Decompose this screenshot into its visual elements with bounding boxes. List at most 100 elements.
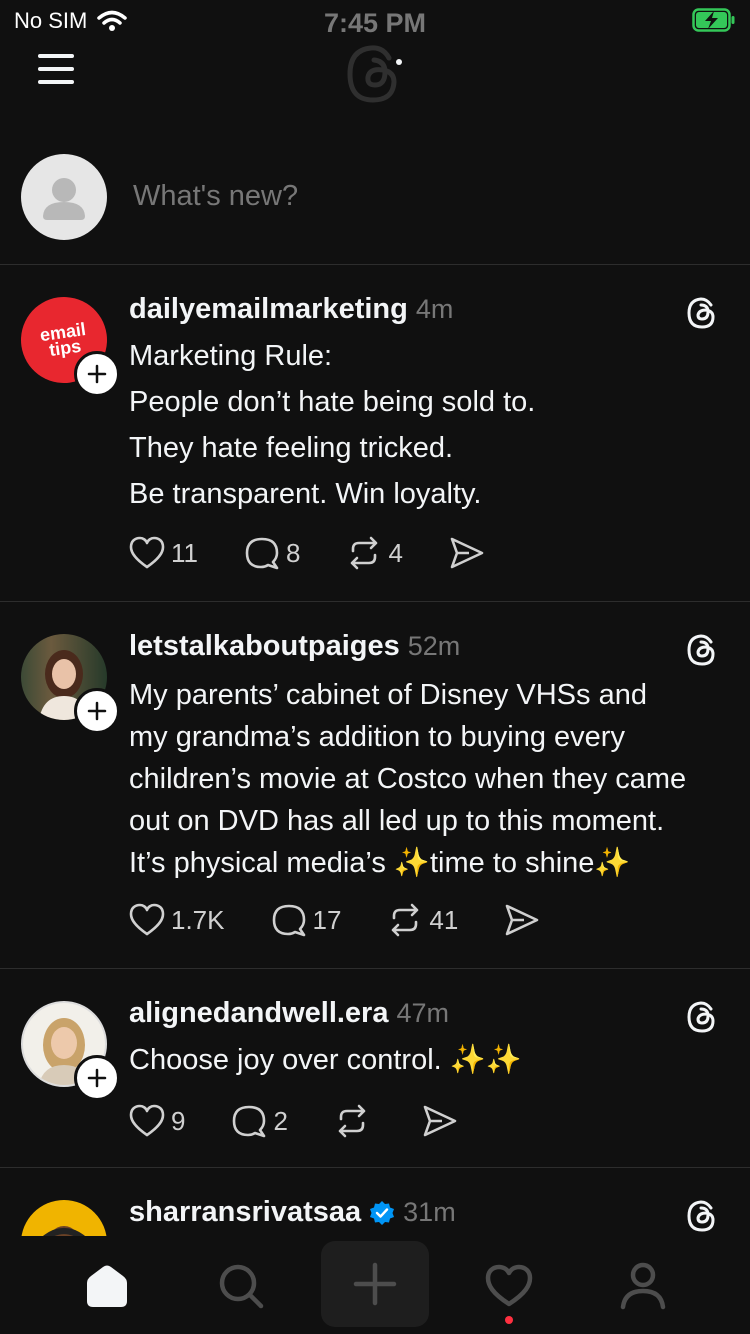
post-line: my grandma’s addition to buying every <box>129 721 625 753</box>
post-avatar[interactable]: email tips <box>15 291 120 397</box>
post-avatar[interactable] <box>21 1001 120 1101</box>
person-photo-icon <box>43 1226 85 1236</box>
post-avatar[interactable] <box>21 1200 107 1236</box>
verified-badge-icon <box>370 1200 395 1225</box>
follow-button[interactable] <box>74 688 120 734</box>
tab-create[interactable] <box>321 1241 429 1327</box>
share-button[interactable] <box>422 1104 458 1138</box>
own-avatar <box>21 154 107 240</box>
tab-home[interactable] <box>72 1254 142 1318</box>
profile-icon <box>620 1262 666 1310</box>
bottom-tab-bar <box>0 1236 750 1334</box>
follow-button[interactable] <box>74 351 120 397</box>
composer[interactable]: What's new? <box>0 150 750 265</box>
post-time: 31m <box>403 1197 456 1227</box>
compose-placeholder[interactable]: What's new? <box>133 180 298 213</box>
plus-icon <box>87 364 107 384</box>
post-line: Be transparent. Win loyalty. <box>129 478 482 510</box>
repost-count: 4 <box>388 537 403 568</box>
notification-dot <box>505 1316 513 1324</box>
plus-icon <box>87 701 107 721</box>
tab-search[interactable] <box>206 1254 276 1318</box>
share-button[interactable] <box>449 536 485 570</box>
username[interactable]: dailyemailmarketing <box>129 293 408 326</box>
post: alignedandwell.era 47m Choose joy over c… <box>0 969 750 1168</box>
like-button[interactable]: 1.7K <box>129 903 225 937</box>
post: email tips dailyemailmarketing 4m Market… <box>0 265 750 602</box>
post-line: Marketing Rule: <box>129 340 333 372</box>
repost-button[interactable]: 41 <box>387 902 458 938</box>
reply-button[interactable]: 8 <box>244 535 300 571</box>
repost-icon <box>351 536 378 570</box>
post-line: They hate feeling tricked. <box>129 432 454 464</box>
menu-icon[interactable] <box>38 54 74 84</box>
like-count: 9 <box>171 1105 186 1136</box>
threads-mark-icon <box>684 999 720 1040</box>
avatar-text: tips <box>47 335 83 361</box>
post-line: It’s physical media’s ✨time to shine✨ <box>129 847 631 879</box>
post: letstalkaboutpaiges 52m My parents’ cabi… <box>0 602 750 969</box>
repost-icon <box>338 1104 366 1138</box>
repost-count: 41 <box>429 904 459 935</box>
search-icon <box>219 1264 264 1309</box>
activity-icon <box>485 1264 533 1307</box>
reply-button[interactable]: 17 <box>271 902 342 938</box>
post-header: alignedandwell.era 47m <box>129 997 449 1030</box>
post-actions: 11 8 4 <box>129 535 531 571</box>
share-icon <box>423 1105 457 1137</box>
post-line: out on DVD has all led up to this moment… <box>129 805 665 837</box>
reply-count: 2 <box>273 1105 288 1136</box>
repost-button[interactable]: 4 <box>346 535 403 571</box>
share-icon <box>450 537 484 569</box>
share-icon <box>506 904 539 936</box>
like-count: 11 <box>171 537 198 568</box>
threads-mark-icon <box>684 632 720 673</box>
home-icon <box>87 1265 127 1307</box>
post-actions: 1.7K 17 41 <box>129 902 586 938</box>
username[interactable]: alignedandwell.era <box>129 997 388 1030</box>
status-bar: No SIM 7:45 PM <box>0 0 750 40</box>
reply-count: 17 <box>312 904 342 935</box>
threads-logo[interactable] <box>343 42 407 111</box>
repost-icon <box>392 903 419 937</box>
like-button[interactable]: 9 <box>129 1104 185 1138</box>
post-line: children’s movie at Costco when they cam… <box>129 763 687 795</box>
post-time: 52m <box>407 631 461 661</box>
clock: 7:45 PM <box>323 8 427 38</box>
username[interactable]: sharransrivatsaa <box>129 1196 361 1229</box>
reply-icon <box>245 537 279 570</box>
tab-profile[interactable] <box>608 1254 678 1318</box>
heart-icon <box>129 903 165 936</box>
tab-activity[interactable] <box>474 1254 544 1318</box>
follow-button[interactable] <box>74 1055 120 1101</box>
post-line: Choose joy over control. ✨✨ <box>129 1044 522 1076</box>
post-header: letstalkaboutpaiges 52m <box>129 630 460 663</box>
username[interactable]: letstalkaboutpaiges <box>129 630 400 663</box>
post-time: 47m <box>396 998 450 1028</box>
reply-count: 8 <box>286 537 301 568</box>
post-time: 4m <box>415 294 454 324</box>
post-body: My parents’ cabinet of Disney VHSs and m… <box>129 674 686 884</box>
like-count: 1.7K <box>171 904 225 935</box>
threads-mark-icon <box>684 295 720 336</box>
repost-button[interactable] <box>334 1103 376 1139</box>
like-button[interactable]: 11 <box>129 536 198 570</box>
post-actions: 9 2 <box>129 1103 504 1139</box>
share-button[interactable] <box>504 903 540 937</box>
default-avatar-icon <box>43 178 85 220</box>
post-line: People don’t hate being sold to. <box>129 386 536 418</box>
post: sharransrivatsaa 31m <box>0 1168 750 1236</box>
top-bar <box>0 40 750 130</box>
plus-icon <box>353 1262 397 1306</box>
post-header: sharransrivatsaa 31m <box>129 1196 456 1229</box>
battery-charging-icon <box>692 8 736 38</box>
post-header: dailyemailmarketing 4m <box>129 293 453 326</box>
plus-icon <box>87 1068 107 1088</box>
reply-icon <box>233 1105 266 1138</box>
post-line: My parents’ cabinet of Disney VHSs and <box>129 679 647 711</box>
post-body: Choose joy over control. ✨✨ <box>129 1039 522 1081</box>
heart-icon <box>129 536 165 569</box>
post-avatar[interactable] <box>21 634 120 734</box>
reply-button[interactable]: 2 <box>231 1103 288 1139</box>
threads-mark-icon <box>684 1198 720 1236</box>
